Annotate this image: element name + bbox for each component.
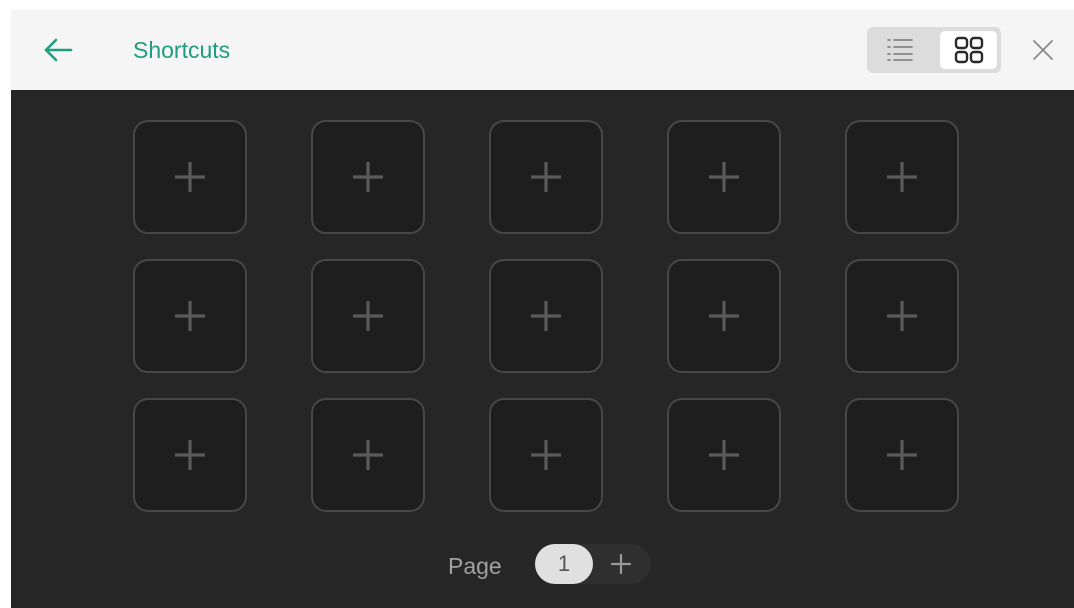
plus-icon (175, 440, 205, 470)
plus-icon (709, 162, 739, 192)
plus-icon (175, 301, 205, 331)
plus-icon (531, 440, 561, 470)
list-view-button[interactable] (871, 31, 928, 69)
plus-icon (353, 301, 383, 331)
plus-icon (887, 301, 917, 331)
shortcuts-window: Shortcuts Page 1 (11, 10, 1074, 608)
grid-view-button[interactable] (940, 31, 997, 69)
add-shortcut-tile[interactable] (667, 120, 781, 234)
plus-icon (709, 440, 739, 470)
back-button[interactable] (33, 30, 83, 70)
shortcut-grid (133, 120, 963, 520)
page-title: Shortcuts (133, 37, 231, 63)
plus-icon (887, 162, 917, 192)
plus-icon (531, 162, 561, 192)
add-shortcut-tile[interactable] (311, 120, 425, 234)
add-shortcut-tile[interactable] (489, 398, 603, 512)
page-indicator: Page 1 (11, 542, 1074, 586)
add-shortcut-tile[interactable] (133, 259, 247, 373)
arrow-left-icon (44, 38, 73, 62)
add-shortcut-tile[interactable] (311, 398, 425, 512)
grid-icon (954, 36, 983, 64)
page-track: 1 (535, 544, 651, 584)
add-shortcut-tile[interactable] (667, 259, 781, 373)
plus-icon (887, 440, 917, 470)
page-label: Page (448, 553, 502, 579)
add-shortcut-tile[interactable] (489, 120, 603, 234)
add-shortcut-tile[interactable] (845, 120, 959, 234)
add-shortcut-tile[interactable] (133, 120, 247, 234)
add-page-button[interactable] (605, 548, 637, 580)
plus-icon (531, 301, 561, 331)
plus-icon (353, 162, 383, 192)
add-shortcut-tile[interactable] (489, 259, 603, 373)
plus-icon (709, 301, 739, 331)
page-1-button[interactable]: 1 (535, 544, 593, 584)
view-toggle (867, 27, 1001, 73)
plus-icon (610, 553, 632, 575)
add-shortcut-tile[interactable] (311, 259, 425, 373)
plus-icon (353, 440, 383, 470)
close-icon (1033, 40, 1053, 60)
add-shortcut-tile[interactable] (667, 398, 781, 512)
add-shortcut-tile[interactable] (133, 398, 247, 512)
header-bar: Shortcuts (11, 10, 1074, 90)
close-button[interactable] (1021, 30, 1065, 70)
list-icon (886, 39, 913, 61)
add-shortcut-tile[interactable] (845, 259, 959, 373)
plus-icon (175, 162, 205, 192)
add-shortcut-tile[interactable] (845, 398, 959, 512)
